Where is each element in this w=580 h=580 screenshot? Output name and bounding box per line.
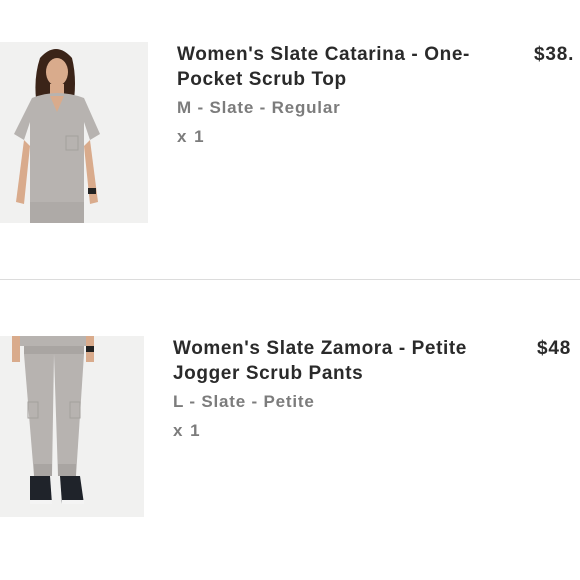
product-title[interactable]: Women's Slate Zamora - Petite Jogger Scr… — [173, 336, 513, 386]
product-image-scrub-top[interactable] — [0, 42, 148, 223]
product-quantity: x 1 — [177, 127, 206, 146]
product-title[interactable]: Women's Slate Catarina - One-Pocket Scru… — [177, 42, 517, 92]
product-price: $48 — [537, 338, 572, 359]
product-quantity: x 1 — [173, 421, 202, 440]
scrub-top-photo-icon — [0, 42, 148, 223]
product-image-jogger-pants[interactable] — [0, 336, 144, 517]
product-variant: M - Slate - Regular — [177, 98, 341, 117]
product-variant: L - Slate - Petite — [173, 392, 315, 411]
product-price: $38. — [534, 44, 575, 65]
product-details: Women's Slate Zamora - Petite Jogger Scr… — [173, 336, 513, 443]
product-details: Women's Slate Catarina - One-Pocket Scru… — [177, 42, 517, 149]
cart-item-list: Women's Slate Catarina - One-Pocket Scru… — [0, 0, 580, 580]
jogger-pants-photo-icon — [0, 336, 144, 517]
item-divider — [0, 279, 580, 280]
